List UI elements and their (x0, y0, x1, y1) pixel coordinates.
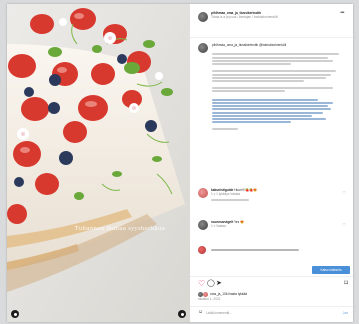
likes-count[interactable]: oma_ja_106 ihasta tykkää (210, 292, 247, 296)
comment-like-icon[interactable]: ♡ (342, 222, 346, 227)
save-bookmark-icon[interactable]: ⌑ (344, 279, 348, 288)
post-date: lokakuu 1, 2021 (198, 297, 221, 301)
share-icon[interactable]: ➤ (216, 279, 222, 288)
post-comment-button[interactable]: Jaa (343, 311, 348, 315)
commenter-avatar[interactable] (198, 246, 206, 254)
comment-item: nuunnuvutgelt Yes 😍 1 v Vastaa ♡ (198, 220, 348, 240)
tag-icon[interactable] (11, 310, 19, 318)
author-avatar[interactable] (198, 12, 208, 22)
comment-item (198, 246, 348, 254)
cake-illustration (7, 4, 190, 322)
audio-icon[interactable] (178, 310, 186, 318)
commenter-avatar[interactable] (198, 220, 208, 230)
post-details-panel: pihlhmaa_oma_ja_tiussikerinoitk Toksa is… (190, 4, 353, 322)
emoji-icon[interactable]: ☺ (198, 309, 203, 314)
post-modal: Tuhannen ihanaa syysherkkua pihlhmaa_oma… (7, 4, 353, 322)
comment-icon[interactable]: ◯ (207, 279, 215, 288)
comment-divider (190, 306, 353, 307)
likes-section: oma_ja_106 ihasta tykkää lokakuu 1, 2021 (198, 292, 348, 301)
add-comment-row: ☺ Lisää kommentti... Jaa (198, 309, 348, 317)
add-comment-input[interactable]: Lisää kommentti... (206, 311, 232, 315)
like-heart-icon[interactable]: ♡ (198, 279, 205, 288)
more-options-icon[interactable]: ••• (340, 10, 344, 16)
caption-author-avatar[interactable] (198, 43, 208, 53)
actions-divider (190, 276, 353, 277)
author-subtitle: Toksa is a ja puus / kiertojan / Instruk… (211, 15, 278, 20)
comment-text: Yes 😍 (233, 220, 245, 224)
comment-meta[interactable]: 1 v 1 tykkäys Vastaa (211, 192, 337, 196)
comment-meta[interactable]: 1 v Vastaa (211, 224, 337, 228)
caption-block: pihlhmaa_oma_ja_tiussikerinoitk @instruk… (212, 43, 344, 131)
translate-button[interactable]: Katso käännös (312, 266, 350, 274)
comment-like-icon[interactable]: ♡ (342, 190, 346, 195)
photo-caption-overlay: Tuhannen ihanaa syysherkkua (74, 226, 166, 232)
header-divider (190, 37, 353, 38)
post-actions: ♡ ◯ ➤ ⌑ (198, 279, 348, 289)
commenter-avatar[interactable] (198, 188, 208, 198)
post-header: pihlhmaa_oma_ja_tiussikerinoitk Toksa is… (198, 10, 348, 34)
post-photo[interactable]: Tuhannen ihanaa syysherkkua (7, 4, 190, 322)
comment-item: kakunistiguide Huun!!! 🍓🍓😍 1 v 1 tykkäys… (198, 188, 348, 208)
